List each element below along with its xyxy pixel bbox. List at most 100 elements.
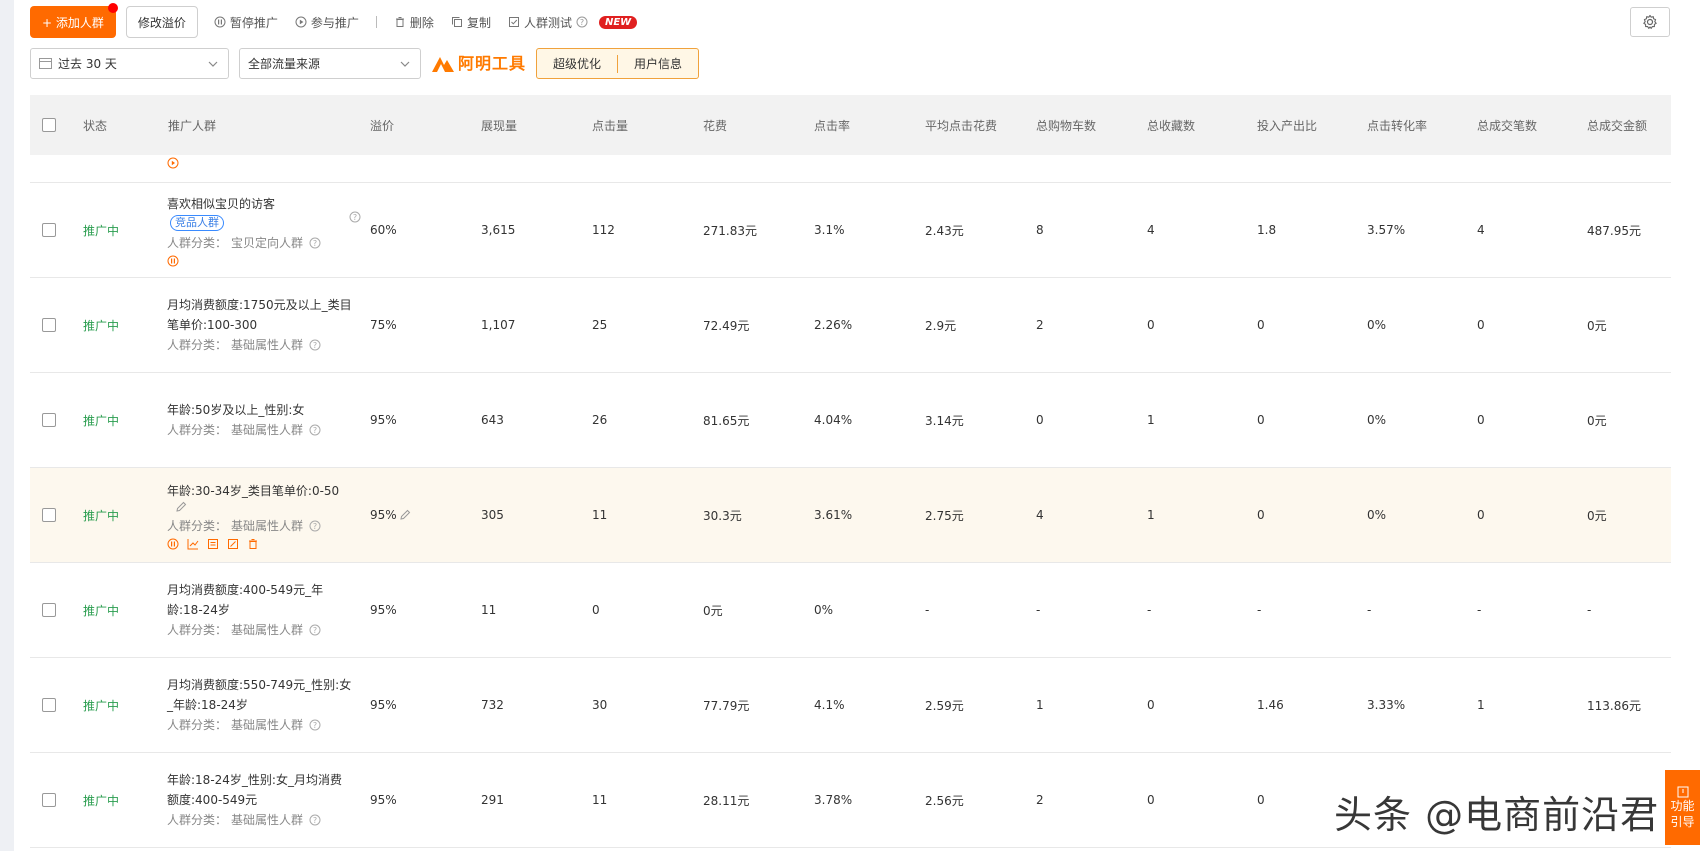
column-header[interactable]: 推广人群 bbox=[168, 95, 216, 155]
table-row[interactable]: 推广中 喜欢相似宝贝的访客 竞品人群 人群分类： 宝贝定向人群?? 60% 3,615 112… bbox=[30, 183, 1671, 278]
column-header[interactable]: 点击率 bbox=[814, 95, 850, 155]
add-crowd-button[interactable]: + 添加人群 bbox=[30, 3, 118, 38]
report-icon[interactable] bbox=[207, 538, 219, 550]
help-icon[interactable]: ? bbox=[349, 211, 361, 223]
cell-cost: 77.79元 bbox=[703, 698, 750, 713]
row-checkbox[interactable] bbox=[42, 318, 56, 332]
help-icon[interactable]: ? bbox=[309, 520, 321, 532]
column-header[interactable]: 点击量 bbox=[592, 95, 628, 155]
cell-premium: 75% bbox=[370, 318, 397, 332]
cell-impressions: 3,615 bbox=[481, 223, 516, 237]
column-header[interactable]: 状态 bbox=[83, 95, 107, 155]
cell-clicks: 0 bbox=[592, 603, 600, 617]
aming-tool-logo: 阿明工具 bbox=[431, 48, 526, 79]
super-optimize-button[interactable]: 超级优化 bbox=[537, 49, 617, 78]
column-header[interactable]: 总成交笔数 bbox=[1477, 95, 1537, 155]
cell-ctr: 2.26% bbox=[814, 318, 853, 332]
pause-icon[interactable] bbox=[167, 538, 179, 550]
category-prefix: 人群分类： bbox=[167, 518, 228, 533]
traffic-source-select[interactable]: 全部流量来源 bbox=[239, 48, 421, 79]
cell-impressions: 305 bbox=[481, 508, 504, 522]
table-row[interactable]: 推广中 月均消费额度:400-549元_年龄:18-24岁 人群分类： 基础属性人群?… bbox=[30, 563, 1671, 658]
cell-cost: 81.65元 bbox=[703, 413, 750, 428]
cell-impressions: 1,107 bbox=[481, 318, 516, 332]
pause-button[interactable]: 暂停推广 bbox=[214, 14, 278, 31]
crowd-name[interactable]: 月均消费额度:1750元及以上_类目笔单价:100-300 bbox=[167, 295, 352, 335]
crowd-name[interactable]: 月均消费额度:550-749元_性别:女_年龄:18-24岁 bbox=[167, 675, 352, 715]
chart-icon[interactable] bbox=[187, 538, 199, 550]
trash-icon[interactable] bbox=[247, 538, 259, 550]
crowd-name[interactable]: 年龄:50岁及以上_性别:女 bbox=[167, 400, 352, 420]
table-row[interactable]: 推广中 年龄:50岁及以上_性别:女 人群分类： 基础属性人群? 95% 643 26 81.… bbox=[30, 373, 1671, 468]
cell-roi: 0 bbox=[1257, 793, 1265, 807]
help-icon[interactable]: ? bbox=[309, 719, 321, 731]
help-icon[interactable]: ? bbox=[309, 814, 321, 826]
join-button[interactable]: 参与推广 bbox=[295, 14, 359, 31]
table-row[interactable]: 推广中 年龄:30-34岁_类目笔单价:0-50 人群分类： 基础属性人群? 95% 30… bbox=[30, 468, 1671, 563]
help-icon[interactable]: ? bbox=[309, 424, 321, 436]
row-checkbox[interactable] bbox=[42, 413, 56, 427]
cell-impressions: 732 bbox=[481, 698, 504, 712]
notification-dot bbox=[107, 3, 118, 13]
column-header[interactable]: 展现量 bbox=[481, 95, 517, 155]
table-row[interactable]: 推广中 月均消费额度:1750元及以上_类目笔单价:100-300 人群分类： 基础属… bbox=[30, 278, 1671, 373]
note-icon[interactable] bbox=[227, 538, 239, 550]
crowd-name[interactable]: 月均消费额度:400-549元_年龄:18-24岁 bbox=[167, 580, 352, 620]
crowd-name[interactable]: 喜欢相似宝贝的访客 bbox=[167, 194, 352, 214]
row-checkbox[interactable] bbox=[42, 223, 56, 237]
chevron-down-icon bbox=[400, 61, 410, 67]
cell-amount: 0元 bbox=[1587, 318, 1607, 333]
help-icon[interactable]: ? bbox=[576, 16, 588, 28]
cell-cpc: 2.75元 bbox=[925, 508, 964, 523]
svg-text:?: ? bbox=[313, 626, 317, 635]
edit-premium-icon[interactable] bbox=[399, 509, 411, 521]
category-prefix: 人群分类： bbox=[167, 718, 228, 732]
crowd-test-button[interactable]: 人群测试 ? bbox=[508, 14, 588, 31]
row-checkbox[interactable] bbox=[42, 793, 56, 807]
svg-text:?: ? bbox=[313, 522, 317, 531]
traffic-source-value: 全部流量来源 bbox=[248, 57, 321, 71]
crowd-cell: 年龄:30-34岁_类目笔单价:0-50 人群分类： 基础属性人群? bbox=[167, 468, 352, 562]
category-value: 基础属性人群 bbox=[231, 338, 304, 352]
column-header[interactable]: 投入产出比 bbox=[1257, 95, 1317, 155]
delete-button[interactable]: 删除 bbox=[394, 14, 434, 31]
row-checkbox[interactable] bbox=[42, 698, 56, 712]
cell-roi: 1.8 bbox=[1257, 223, 1277, 237]
category-prefix: 人群分类： bbox=[167, 813, 228, 827]
cell-cart: 2 bbox=[1036, 318, 1044, 332]
function-guide-button[interactable]: 功能引导 bbox=[1665, 770, 1700, 845]
column-header[interactable]: 总收藏数 bbox=[1147, 95, 1195, 155]
cell-cpc: 2.9元 bbox=[925, 318, 957, 333]
column-header[interactable]: 点击转化率 bbox=[1367, 95, 1427, 155]
cell-clicks: 30 bbox=[592, 698, 608, 712]
column-header[interactable]: 平均点击花费 bbox=[925, 95, 997, 155]
crowd-name[interactable]: 年龄:18-24岁_性别:女_月均消费额度:400-549元 bbox=[167, 770, 352, 810]
user-info-button[interactable]: 用户信息 bbox=[618, 49, 698, 78]
column-header[interactable]: 溢价 bbox=[370, 95, 394, 155]
pause-icon[interactable] bbox=[167, 255, 179, 267]
cell-premium: 60% bbox=[370, 223, 397, 237]
column-header[interactable]: 花费 bbox=[703, 95, 727, 155]
status-text: 推广中 bbox=[83, 318, 120, 333]
column-header[interactable]: 总购物车数 bbox=[1036, 95, 1096, 155]
row-checkbox[interactable] bbox=[42, 508, 56, 522]
column-header[interactable]: 总成交金额 bbox=[1587, 95, 1647, 155]
status-text: 推广中 bbox=[83, 603, 120, 618]
play-circle-icon[interactable] bbox=[167, 157, 179, 169]
help-icon[interactable]: ? bbox=[309, 339, 321, 351]
cell-cost: 28.11元 bbox=[703, 793, 750, 808]
crowd-name[interactable]: 年龄:30-34岁_类目笔单价:0-50 bbox=[167, 481, 352, 501]
edit-premium-button[interactable]: 修改溢价 bbox=[125, 6, 198, 38]
status-text: 推广中 bbox=[83, 223, 120, 238]
cell-clicks: 112 bbox=[592, 223, 615, 237]
row-checkbox[interactable] bbox=[42, 603, 56, 617]
function-guide-label: 功能引导 bbox=[1670, 798, 1695, 829]
select-all-checkbox[interactable] bbox=[42, 118, 56, 132]
edit-name-icon[interactable] bbox=[175, 501, 352, 516]
copy-button[interactable]: 复制 bbox=[451, 14, 491, 31]
table-row[interactable]: 推广中 月均消费额度:550-749元_性别:女_年龄:18-24岁 人群分类： 基础… bbox=[30, 658, 1671, 753]
help-icon[interactable]: ? bbox=[309, 624, 321, 636]
date-range-select[interactable]: 过去 30 天 bbox=[30, 48, 229, 79]
settings-button[interactable] bbox=[1630, 7, 1670, 37]
help-icon[interactable]: ? bbox=[309, 237, 321, 249]
